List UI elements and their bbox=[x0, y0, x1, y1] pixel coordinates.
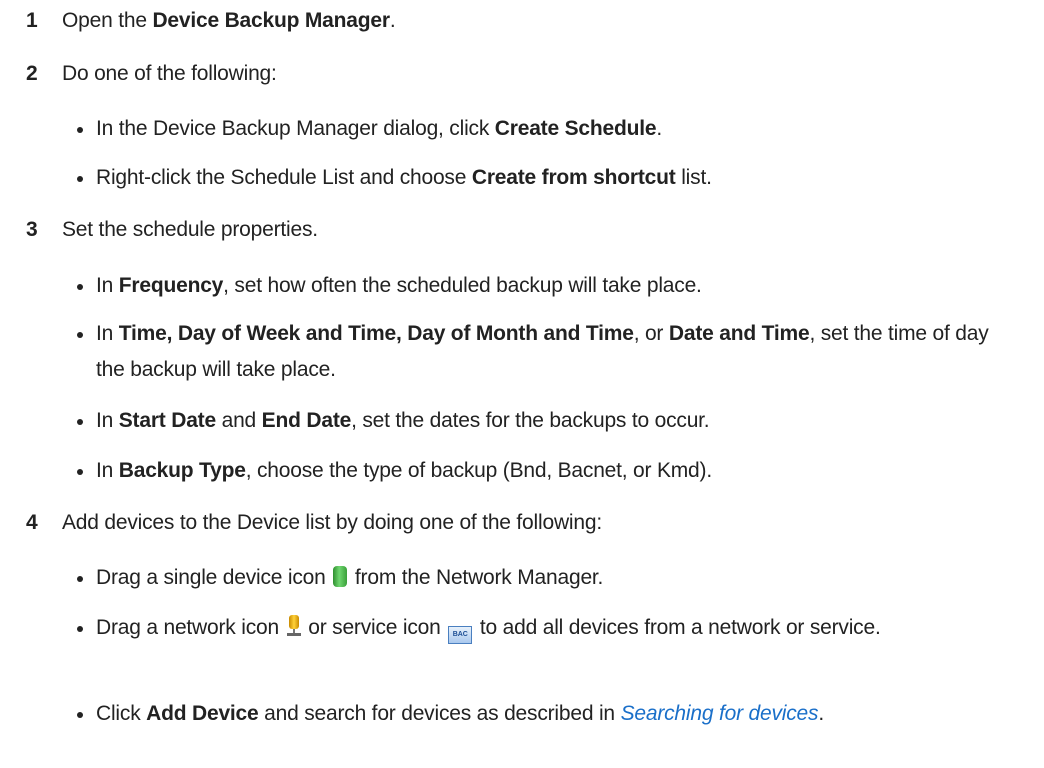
bullet-icon bbox=[77, 332, 83, 338]
bullet-text: In Frequency, set how often the schedule… bbox=[96, 270, 996, 302]
text-segment: Open the bbox=[62, 9, 153, 32]
bullet-text: Click Add Device and search for devices … bbox=[96, 698, 996, 730]
text-segment: or service icon bbox=[308, 616, 441, 639]
text-segment: from the Network Manager. bbox=[354, 566, 604, 589]
text-segment: Drag a network icon bbox=[96, 616, 279, 639]
bullet-icon bbox=[77, 284, 83, 290]
text-segment: and search for devices as described in bbox=[258, 702, 621, 725]
step-text: Set the schedule properties. bbox=[62, 218, 318, 241]
step-number: 1 bbox=[26, 9, 38, 32]
bold-term: Create Schedule bbox=[494, 117, 657, 140]
step-number: 4 bbox=[26, 511, 38, 534]
bullet-icon bbox=[77, 576, 83, 582]
bold-term: End Date bbox=[261, 409, 352, 432]
bullet-text: In the Device Backup Manager dialog, cli… bbox=[96, 113, 996, 145]
network-icon bbox=[286, 615, 301, 637]
text-segment: In bbox=[96, 409, 119, 432]
step-2: 2 Do one of the following: bbox=[0, 59, 1044, 89]
bullet-icon bbox=[77, 712, 83, 718]
step-text: Add devices to the Device list by doing … bbox=[62, 511, 602, 534]
text-segment: and bbox=[215, 409, 262, 432]
step-1: 1 Open the Device Backup Manager. bbox=[0, 6, 1044, 36]
text-segment: Drag a single device icon bbox=[96, 566, 326, 589]
text-segment: In bbox=[96, 322, 119, 345]
bullet-icon bbox=[77, 127, 83, 133]
text-segment: . bbox=[389, 9, 396, 32]
service-icon: BAC bbox=[448, 626, 473, 644]
bullet-icon bbox=[77, 176, 83, 182]
step-4: 4 Add devices to the Device list by doin… bbox=[0, 508, 1044, 538]
bold-term: Device Backup Manager bbox=[152, 9, 390, 32]
bold-term: Time, Day of Week and Time, Day of Month… bbox=[118, 322, 634, 345]
step-number: 2 bbox=[26, 62, 38, 85]
bold-term: Start Date bbox=[118, 409, 216, 432]
searching-for-devices-link[interactable]: Searching for devices bbox=[621, 702, 819, 725]
bold-term: Date and Time bbox=[668, 322, 810, 345]
step-number: 3 bbox=[26, 218, 38, 241]
bullet-text: Drag a network icon or service icon BAC … bbox=[96, 610, 996, 646]
bullet-text: Drag a single device icon from the Netwo… bbox=[96, 562, 996, 594]
text-segment: , set the dates for the backups to occur… bbox=[351, 409, 710, 432]
bullet-text: In Time, Day of Week and Time, Day of Mo… bbox=[96, 316, 996, 388]
bold-term: Frequency bbox=[118, 274, 224, 297]
bullet-icon bbox=[77, 469, 83, 475]
text-segment: , choose the type of backup (Bnd, Bacnet… bbox=[245, 459, 712, 482]
text-segment: . bbox=[656, 117, 662, 140]
bullet-icon bbox=[77, 419, 83, 425]
bold-term: Backup Type bbox=[118, 459, 246, 482]
bold-term: Create from shortcut bbox=[471, 166, 676, 189]
step-3: 3 Set the schedule properties. bbox=[0, 215, 1044, 245]
text-segment: In the Device Backup Manager dialog, cli… bbox=[96, 117, 495, 140]
step-text: Open the Device Backup Manager. bbox=[62, 6, 396, 36]
bullet-text: Right-click the Schedule List and choose… bbox=[96, 162, 996, 194]
bold-term: Add Device bbox=[146, 702, 259, 725]
text-segment: Right-click the Schedule List and choose bbox=[96, 166, 472, 189]
text-segment: In bbox=[96, 274, 119, 297]
text-segment: In bbox=[96, 459, 119, 482]
step-text: Do one of the following: bbox=[62, 62, 277, 85]
text-segment: , set how often the scheduled backup wil… bbox=[223, 274, 702, 297]
text-segment: Click bbox=[96, 702, 147, 725]
device-icon bbox=[333, 566, 348, 587]
text-segment: to add all devices from a network or ser… bbox=[479, 616, 881, 639]
bullet-text: In Backup Type, choose the type of backu… bbox=[96, 455, 996, 487]
text-segment: . bbox=[818, 702, 824, 725]
bullet-icon bbox=[77, 626, 83, 632]
text-segment: , or bbox=[633, 322, 669, 345]
text-segment: list. bbox=[675, 166, 712, 189]
bullet-text: In Start Date and End Date, set the date… bbox=[96, 405, 996, 437]
